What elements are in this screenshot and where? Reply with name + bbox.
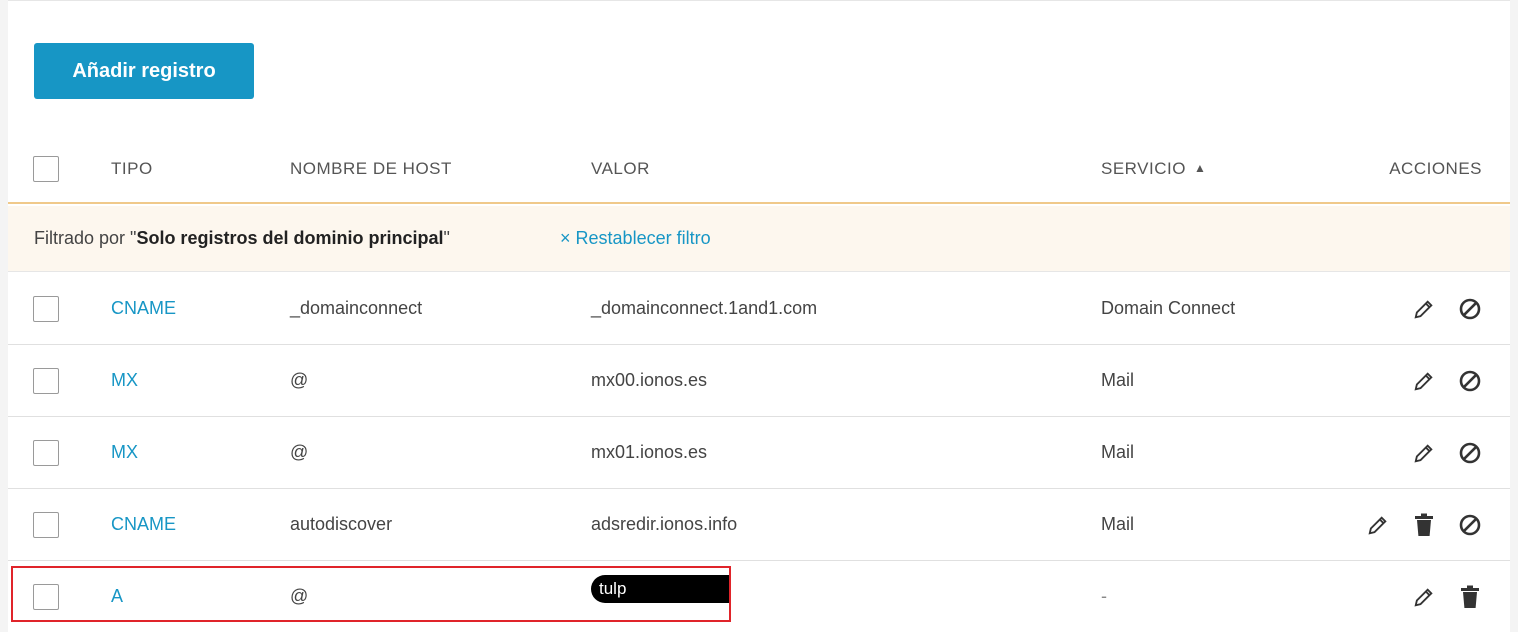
row-checkbox[interactable] — [33, 583, 59, 610]
column-header-tipo[interactable]: TIPO — [111, 159, 153, 179]
row-actions — [1366, 513, 1482, 537]
record-service: - — [1101, 586, 1107, 606]
row-checkbox[interactable] — [33, 511, 59, 538]
column-header-servicio[interactable]: SERVICIO ▲ — [1101, 159, 1206, 179]
record-service: Mail — [1101, 370, 1135, 390]
trash-icon[interactable] — [1458, 585, 1482, 609]
record-service: Mail — [1101, 442, 1135, 462]
column-header-valor[interactable]: VALOR — [591, 159, 650, 179]
row-checkbox[interactable] — [33, 367, 59, 394]
table-row: CNAME _domainconnect _domainconnect.1and… — [8, 273, 1510, 345]
filter-suffix: " — [443, 228, 450, 248]
add-record-button[interactable]: Añadir registro — [34, 43, 254, 99]
record-service: Mail — [1101, 514, 1135, 534]
disable-icon[interactable] — [1458, 297, 1482, 321]
record-value: mx00.ionos.es — [591, 370, 708, 390]
table-row: A @ tulp - — [8, 561, 1510, 632]
reset-filter-link[interactable]: × Restablecer filtro — [560, 228, 711, 249]
row-actions — [1412, 585, 1482, 609]
filter-prefix: Filtrado por " — [34, 228, 137, 248]
reset-filter-label: Restablecer filtro — [575, 228, 711, 248]
record-service: Domain Connect — [1101, 298, 1236, 318]
record-host: @ — [290, 442, 309, 462]
sort-ascending-icon: ▲ — [1193, 161, 1207, 175]
row-checkbox[interactable] — [33, 439, 59, 466]
record-value: _domainconnect.1and1.com — [591, 298, 818, 318]
record-value: adsredir.ionos.info — [591, 514, 738, 534]
record-host: autodiscover — [290, 514, 393, 534]
filter-label: Filtrado por "Solo registros del dominio… — [34, 228, 450, 249]
row-checkbox[interactable] — [33, 295, 59, 322]
record-value-redacted: tulp — [591, 575, 729, 603]
edit-pencil-icon[interactable] — [1412, 585, 1436, 609]
record-type-link[interactable]: CNAME — [111, 298, 176, 319]
row-actions — [1412, 297, 1482, 321]
table-row: MX @ mx00.ionos.es Mail — [8, 345, 1510, 417]
disable-icon[interactable] — [1458, 441, 1482, 465]
edit-pencil-icon[interactable] — [1366, 513, 1390, 537]
edit-pencil-icon[interactable] — [1412, 369, 1436, 393]
table-row: CNAME autodiscover adsredir.ionos.info M… — [8, 489, 1510, 561]
record-type-link[interactable]: MX — [111, 442, 138, 463]
disable-icon[interactable] — [1458, 513, 1482, 537]
filter-value: Solo registros del dominio principal — [136, 228, 444, 248]
edit-pencil-icon[interactable] — [1412, 441, 1436, 465]
dns-records-panel: Añadir registro TIPO NOMBRE DE HOST VALO… — [8, 0, 1510, 632]
trash-icon[interactable] — [1412, 513, 1436, 537]
column-header-acciones: ACCIONES — [1389, 159, 1482, 178]
record-value: mx01.ionos.es — [591, 442, 708, 462]
record-type-link[interactable]: A — [111, 586, 123, 607]
table-row: MX @ mx01.ionos.es Mail — [8, 417, 1510, 489]
record-host: _domainconnect — [290, 298, 423, 318]
close-icon: × — [560, 228, 571, 248]
record-host: @ — [290, 586, 309, 606]
select-all-checkbox[interactable] — [33, 156, 59, 182]
column-header-host[interactable]: NOMBRE DE HOST — [290, 159, 452, 179]
edit-pencil-icon[interactable] — [1412, 297, 1436, 321]
redacted-value: tulp — [591, 575, 729, 603]
table-header: TIPO NOMBRE DE HOST VALOR SERVICIO ▲ ACCI… — [8, 136, 1510, 204]
record-type-link[interactable]: CNAME — [111, 514, 176, 535]
record-type-link[interactable]: MX — [111, 370, 138, 391]
filter-bar: Filtrado por "Solo registros del dominio… — [8, 206, 1510, 272]
row-actions — [1412, 441, 1482, 465]
record-host: @ — [290, 370, 309, 390]
row-actions — [1412, 369, 1482, 393]
column-header-servicio-label: SERVICIO — [1101, 159, 1186, 178]
disable-icon[interactable] — [1458, 369, 1482, 393]
